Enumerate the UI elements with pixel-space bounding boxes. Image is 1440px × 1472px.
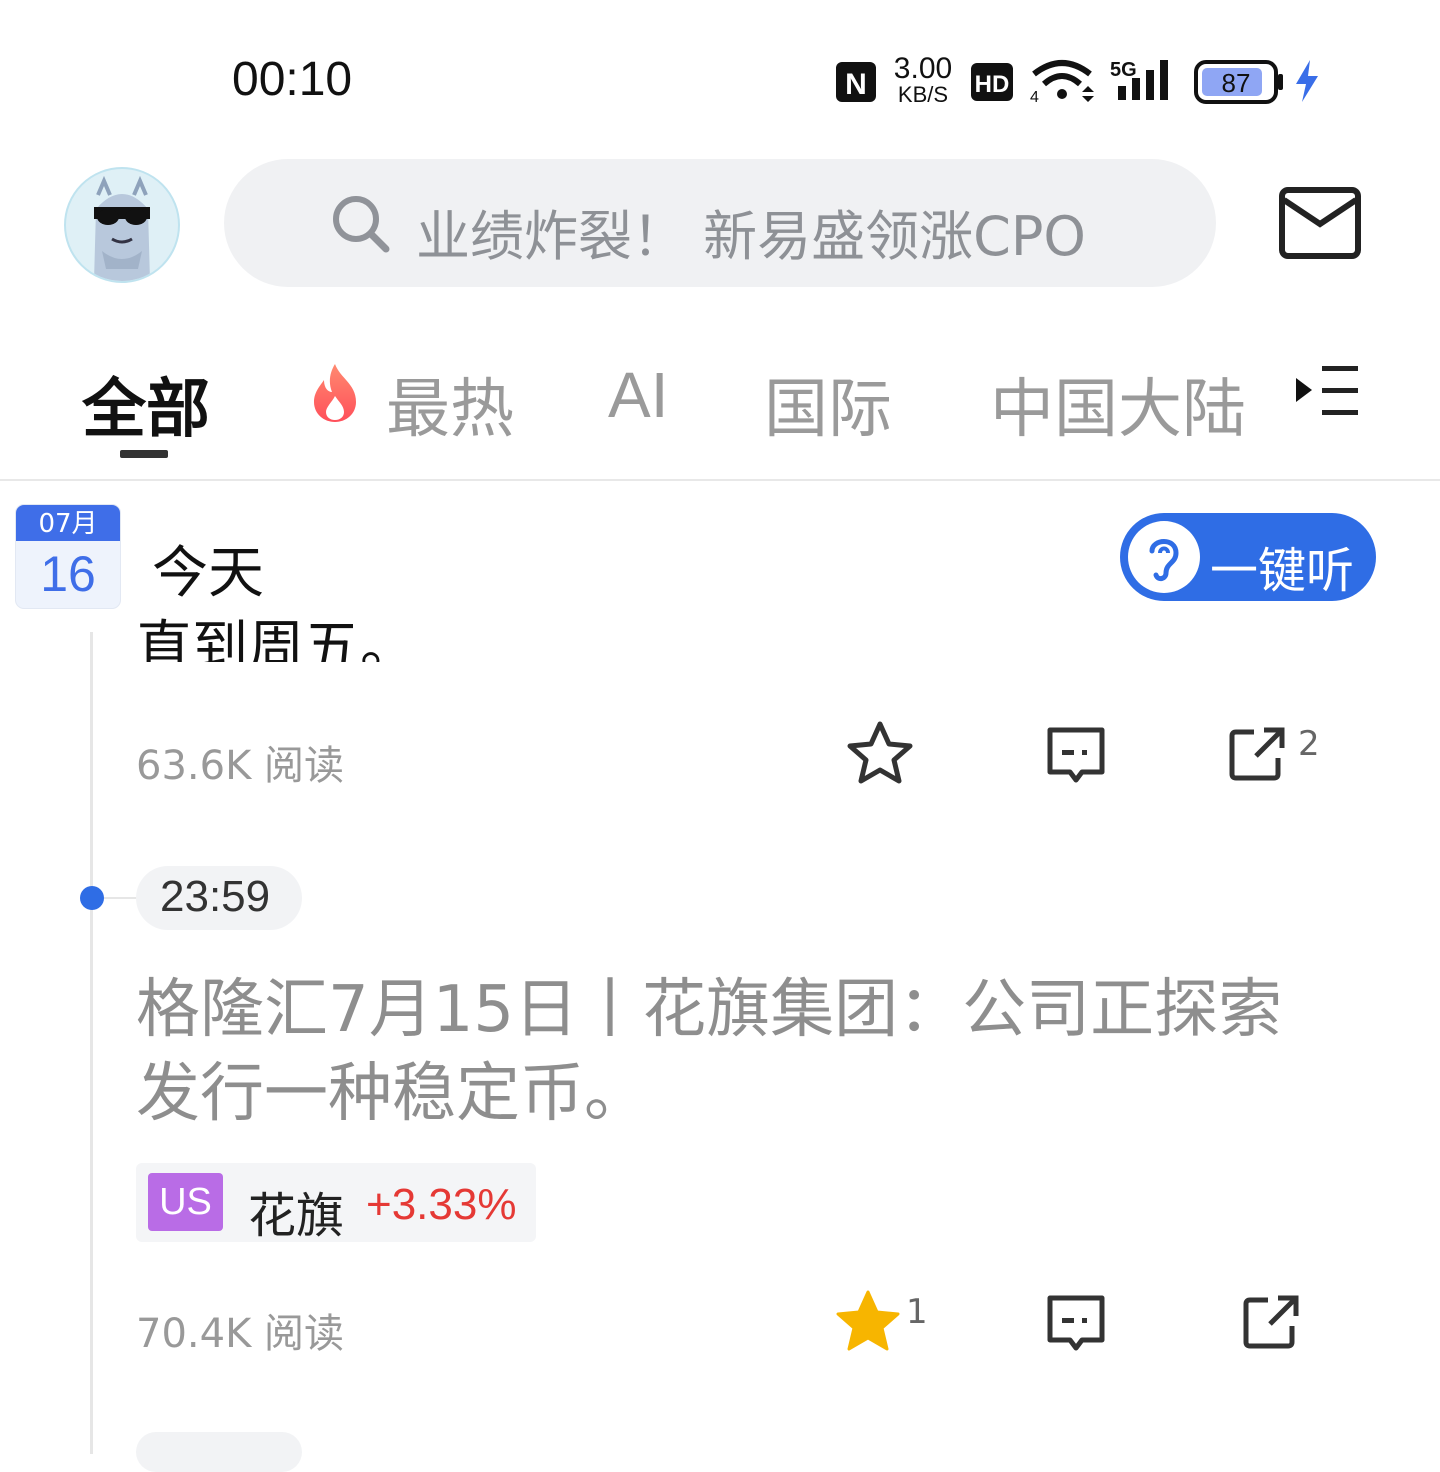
feed-item-time: 23:59	[160, 872, 271, 921]
search-placeholder: 业绩炸裂！ 新易盛领涨CPO	[416, 205, 1086, 268]
share-icon[interactable]	[1226, 724, 1290, 788]
tab-active-indicator	[120, 450, 168, 458]
tab-international[interactable]: 国际	[764, 358, 892, 450]
svg-text:HD: HD	[975, 71, 1010, 98]
user-avatar[interactable]	[64, 167, 180, 283]
date-badge: 07月 16	[16, 505, 120, 608]
date-label: 今天	[152, 541, 264, 606]
status-time: 00:10	[232, 53, 353, 106]
ear-icon	[1128, 521, 1200, 593]
tab-menu-icon[interactable]	[1292, 362, 1360, 424]
next-time-pill	[136, 1432, 302, 1472]
comment-icon[interactable]	[1044, 1292, 1108, 1360]
feed-item-text-partial[interactable]: 直到周五。	[136, 612, 416, 662]
stock-name: 花旗	[248, 1188, 345, 1244]
svg-text:N: N	[845, 68, 867, 101]
date-month: 07月	[16, 505, 120, 541]
svg-text:87: 87	[1222, 68, 1251, 98]
nfc-icon: N	[834, 60, 878, 108]
tab-mainland-china[interactable]: 中国大陆	[990, 358, 1246, 450]
feed-item-reads: 70.4K 阅读	[136, 1311, 345, 1357]
tab-all[interactable]: 全部	[82, 358, 210, 450]
svg-text:4: 4	[1030, 89, 1039, 104]
fire-icon	[306, 362, 364, 428]
tab-ai[interactable]: AI	[608, 358, 668, 432]
timeline-line	[90, 632, 93, 1454]
network-speed: 3.00 KB/S	[893, 52, 953, 108]
charging-bolt-icon	[1292, 58, 1322, 108]
wifi-icon: 4	[1030, 56, 1094, 108]
battery-icon: 87	[1194, 60, 1286, 108]
favorite-star-filled-icon[interactable]	[834, 1288, 902, 1358]
stock-change: +3.33%	[366, 1180, 517, 1229]
timeline-dot	[80, 886, 104, 910]
favorite-count: 1	[906, 1292, 928, 1332]
search-icon	[330, 193, 392, 259]
hd-icon: HD	[970, 62, 1014, 106]
comment-icon[interactable]	[1044, 724, 1108, 792]
cellular-signal-icon: 5G	[1110, 56, 1176, 108]
share-count: 2	[1298, 724, 1320, 764]
listen-button-label: 一键听	[1210, 543, 1355, 599]
mail-icon[interactable]	[1278, 186, 1362, 264]
svg-text:5G: 5G	[1110, 59, 1137, 81]
share-icon[interactable]	[1240, 1292, 1304, 1356]
feed-item-headline[interactable]: 格隆汇7月15日丨花旗集团：公司正探索发行一种稳定币。	[136, 968, 1336, 1136]
tabs-divider	[0, 479, 1440, 481]
tab-hot[interactable]: 最热	[386, 358, 514, 450]
timeline-connector	[104, 897, 140, 899]
date-day: 16	[40, 546, 96, 602]
market-badge: US	[148, 1173, 223, 1231]
feed-item-reads: 63.6K 阅读	[136, 743, 345, 789]
favorite-star-icon[interactable]	[846, 720, 914, 790]
